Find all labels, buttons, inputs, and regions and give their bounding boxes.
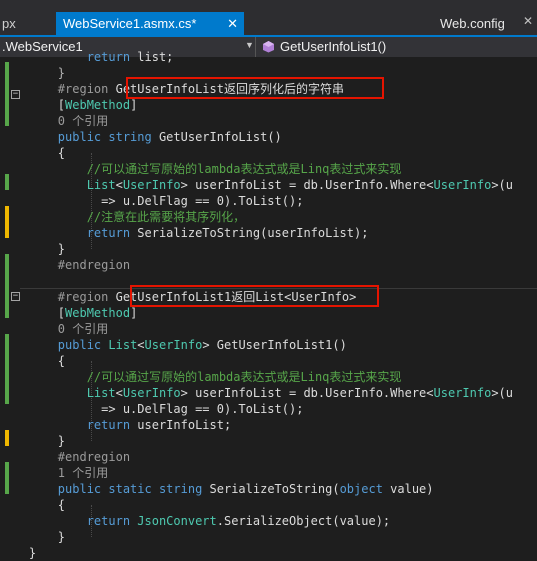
tab-active-label: WebService1.asmx.cs* xyxy=(63,16,197,31)
code-line: { xyxy=(0,498,66,512)
method-cube-icon xyxy=(263,41,274,53)
code-lens-references[interactable]: 0 个引用 xyxy=(0,321,108,337)
code-comment: //可以通过写原始的lambda表达式或是Linq表过式来实现 xyxy=(0,162,402,176)
tab-web-config[interactable]: Web.config ✕ xyxy=(440,12,537,35)
code-line: { xyxy=(0,354,66,368)
code-line: public static string SerializeToString(o… xyxy=(0,482,434,496)
code-comment: //可以通过写原始的lambda表达式或是Linq表过式来实现 xyxy=(0,370,402,384)
code-line: List<UserInfo> userInfoList = db.UserInf… xyxy=(86,386,513,400)
code-lens-references[interactable]: 1 个引用 xyxy=(0,465,108,481)
code-line: #endregion xyxy=(0,258,131,272)
code-line: } xyxy=(0,546,37,560)
code-comment: //注意在此需要将其序列化， xyxy=(0,210,246,224)
code-line: } xyxy=(0,66,66,80)
tab-web-config-label: Web.config xyxy=(440,16,505,31)
code-line: return JsonConvert.SerializeObject(value… xyxy=(0,514,391,528)
code-line: List<UserInfo> userInfoList = db.UserInf… xyxy=(86,178,513,192)
chevron-down-icon[interactable]: ▼ xyxy=(245,40,254,50)
code-line: return SerializeToString(userInfoList); xyxy=(0,226,369,240)
close-icon[interactable]: ✕ xyxy=(523,10,533,33)
code-line: } xyxy=(0,530,66,544)
code-editor[interactable]: return list; } #region GetUserInfoList返回… xyxy=(0,50,537,560)
code-line: { xyxy=(0,146,66,160)
code-line: public string GetUserInfoList() xyxy=(0,130,282,144)
member-dropdown[interactable]: GetUserInfoList1() xyxy=(280,39,386,54)
navbar-divider xyxy=(255,37,256,57)
tab-previous-file-label: px xyxy=(2,16,16,31)
highlight-box-region-2 xyxy=(130,285,379,307)
highlight-box-region-1 xyxy=(126,77,384,99)
close-icon[interactable]: ✕ xyxy=(227,12,238,35)
code-line: => u.DelFlag == 0).ToList(); xyxy=(0,194,304,208)
code-line: } xyxy=(0,242,66,256)
code-line: [WebMethod] xyxy=(0,98,138,112)
code-line: } xyxy=(0,434,66,448)
document-tab-bar: px WebService1.asmx.cs* ✕ Web.config ✕ xyxy=(0,0,537,35)
code-line: #endregion xyxy=(0,450,131,464)
code-line: return list; xyxy=(0,50,174,64)
tab-webservice1-asmx-cs[interactable]: WebService1.asmx.cs* ✕ xyxy=(56,12,244,35)
code-line: [WebMethod] xyxy=(0,306,138,320)
code-lens-references[interactable]: 0 个引用 xyxy=(0,113,108,129)
code-line: => u.DelFlag == 0).ToList(); xyxy=(0,402,304,416)
code-line: public List<UserInfo> GetUserInfoList1() xyxy=(0,338,347,352)
code-line: return userInfoList; xyxy=(0,418,232,432)
tab-previous-file[interactable]: px xyxy=(0,12,50,35)
